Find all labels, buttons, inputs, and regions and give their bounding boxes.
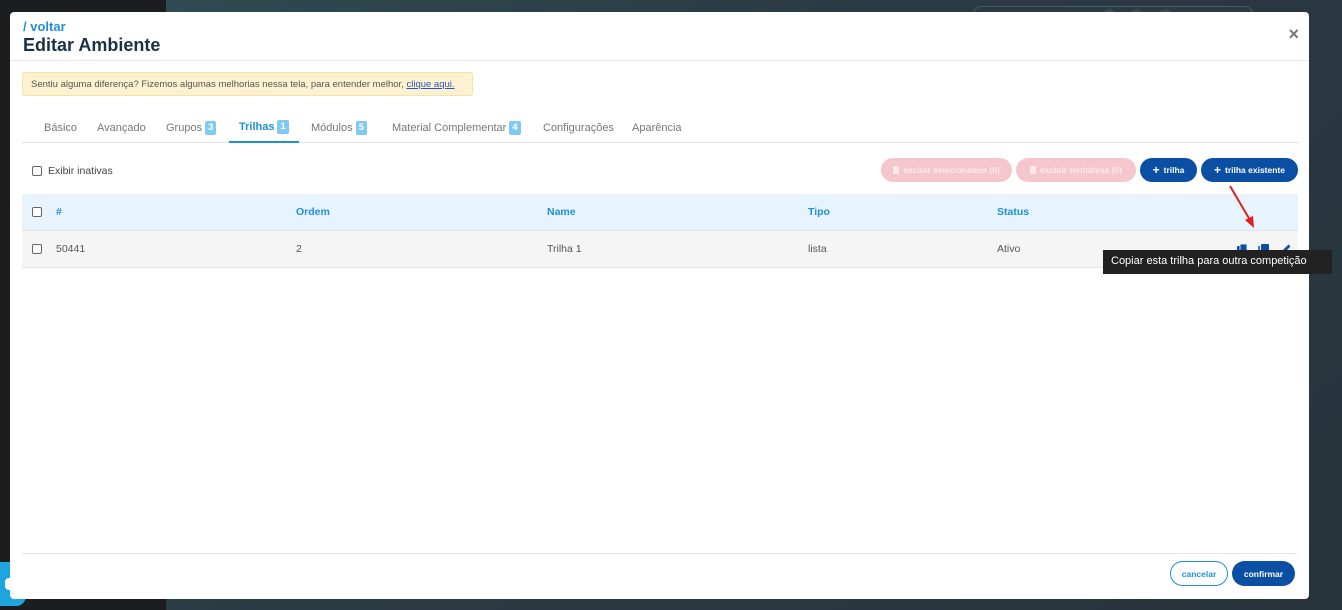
tab-configuracoes[interactable]: Configurações: [533, 113, 624, 143]
tab-label: Básico: [44, 122, 78, 134]
tab-label: Material Complementar: [392, 122, 507, 134]
trash-icon: [1029, 166, 1036, 174]
column-header-id[interactable]: #: [56, 206, 62, 218]
tab-trilhas[interactable]: Trilhas 1: [229, 113, 299, 143]
show-inactive-checkbox[interactable]: [32, 166, 42, 176]
existing-trail-label: trilha existente: [1225, 165, 1285, 175]
copy-trail-tooltip: Copiar esta trilha para outra competição: [1103, 250, 1332, 274]
tab-avancado[interactable]: Avançado: [87, 113, 156, 143]
cancel-button[interactable]: cancelar: [1170, 561, 1228, 586]
column-header-status[interactable]: Status: [997, 206, 1029, 218]
header-divider: [10, 60, 1309, 61]
tab-modulos[interactable]: Módulos 5: [301, 113, 377, 143]
tab-label: Aparência: [632, 122, 682, 134]
tab-label: Grupos: [166, 122, 203, 134]
add-trail-button[interactable]: + trilha: [1140, 158, 1197, 182]
trash-icon: [893, 166, 900, 174]
select-all-checkbox[interactable]: [32, 207, 42, 217]
row-tipo: lista: [808, 243, 827, 255]
tab-label: Trilhas: [239, 121, 275, 133]
back-link[interactable]: / voltar: [23, 19, 66, 34]
column-header-tipo[interactable]: Tipo: [808, 206, 830, 218]
delete-selected-button[interactable]: excluir selecionados (0): [881, 158, 1012, 182]
tab-count-badge: 4: [509, 121, 521, 135]
tab-label: Avançado: [97, 122, 146, 134]
column-header-ordem[interactable]: Ordem: [296, 206, 330, 218]
annotation-arrow-icon: [1229, 185, 1254, 228]
delete-attempts-label: excluir tentativas (0): [1039, 165, 1123, 175]
tab-bar: Básico Avançado Grupos 3 Trilhas 1 Módul…: [22, 113, 1298, 143]
tab-count-badge: 1: [277, 120, 289, 134]
footer-divider: [22, 553, 1297, 554]
improvement-notice: Sentiu alguma diferença? Fizemos algumas…: [22, 72, 473, 96]
delete-selected-label: excluir selecionados (0): [903, 165, 1000, 175]
notice-text: Sentiu alguma diferença? Fizemos algumas…: [31, 79, 407, 90]
tab-label: Configurações: [543, 122, 614, 134]
confirm-button[interactable]: confirmar: [1232, 561, 1295, 586]
add-trail-label: trilha: [1163, 165, 1185, 175]
tab-aparencia[interactable]: Aparência: [622, 113, 692, 143]
tab-label: Módulos: [311, 122, 353, 134]
close-button[interactable]: ×: [1288, 24, 1299, 45]
tab-count-badge: 5: [355, 121, 367, 135]
plus-icon: +: [1213, 163, 1221, 177]
tab-basico[interactable]: Básico: [34, 113, 87, 143]
column-header-name[interactable]: Name: [547, 206, 576, 218]
row-checkbox[interactable]: [32, 244, 42, 254]
row-status: Ativo: [997, 243, 1021, 255]
tab-count-badge: 3: [205, 121, 217, 135]
show-inactive-label: Exibir inativas: [48, 165, 113, 177]
row-name: Trilha 1: [547, 243, 582, 255]
modal-title: Editar Ambiente: [23, 35, 161, 55]
tab-grupos[interactable]: Grupos 3: [156, 113, 226, 143]
table-header: # Ordem Name Tipo Status: [22, 194, 1298, 230]
row-id: 50441: [56, 243, 86, 255]
delete-attempts-button[interactable]: excluir tentativas (0): [1016, 158, 1136, 182]
edit-environment-modal: / voltar Editar Ambiente × Sentiu alguma…: [10, 12, 1309, 599]
row-ordem: 2: [296, 243, 302, 255]
notice-link[interactable]: clique aqui.: [406, 79, 454, 90]
plus-icon: +: [1152, 163, 1160, 177]
show-inactive-toggle[interactable]: Exibir inativas: [32, 165, 113, 177]
tab-material-complementar[interactable]: Material Complementar 4: [382, 113, 531, 143]
